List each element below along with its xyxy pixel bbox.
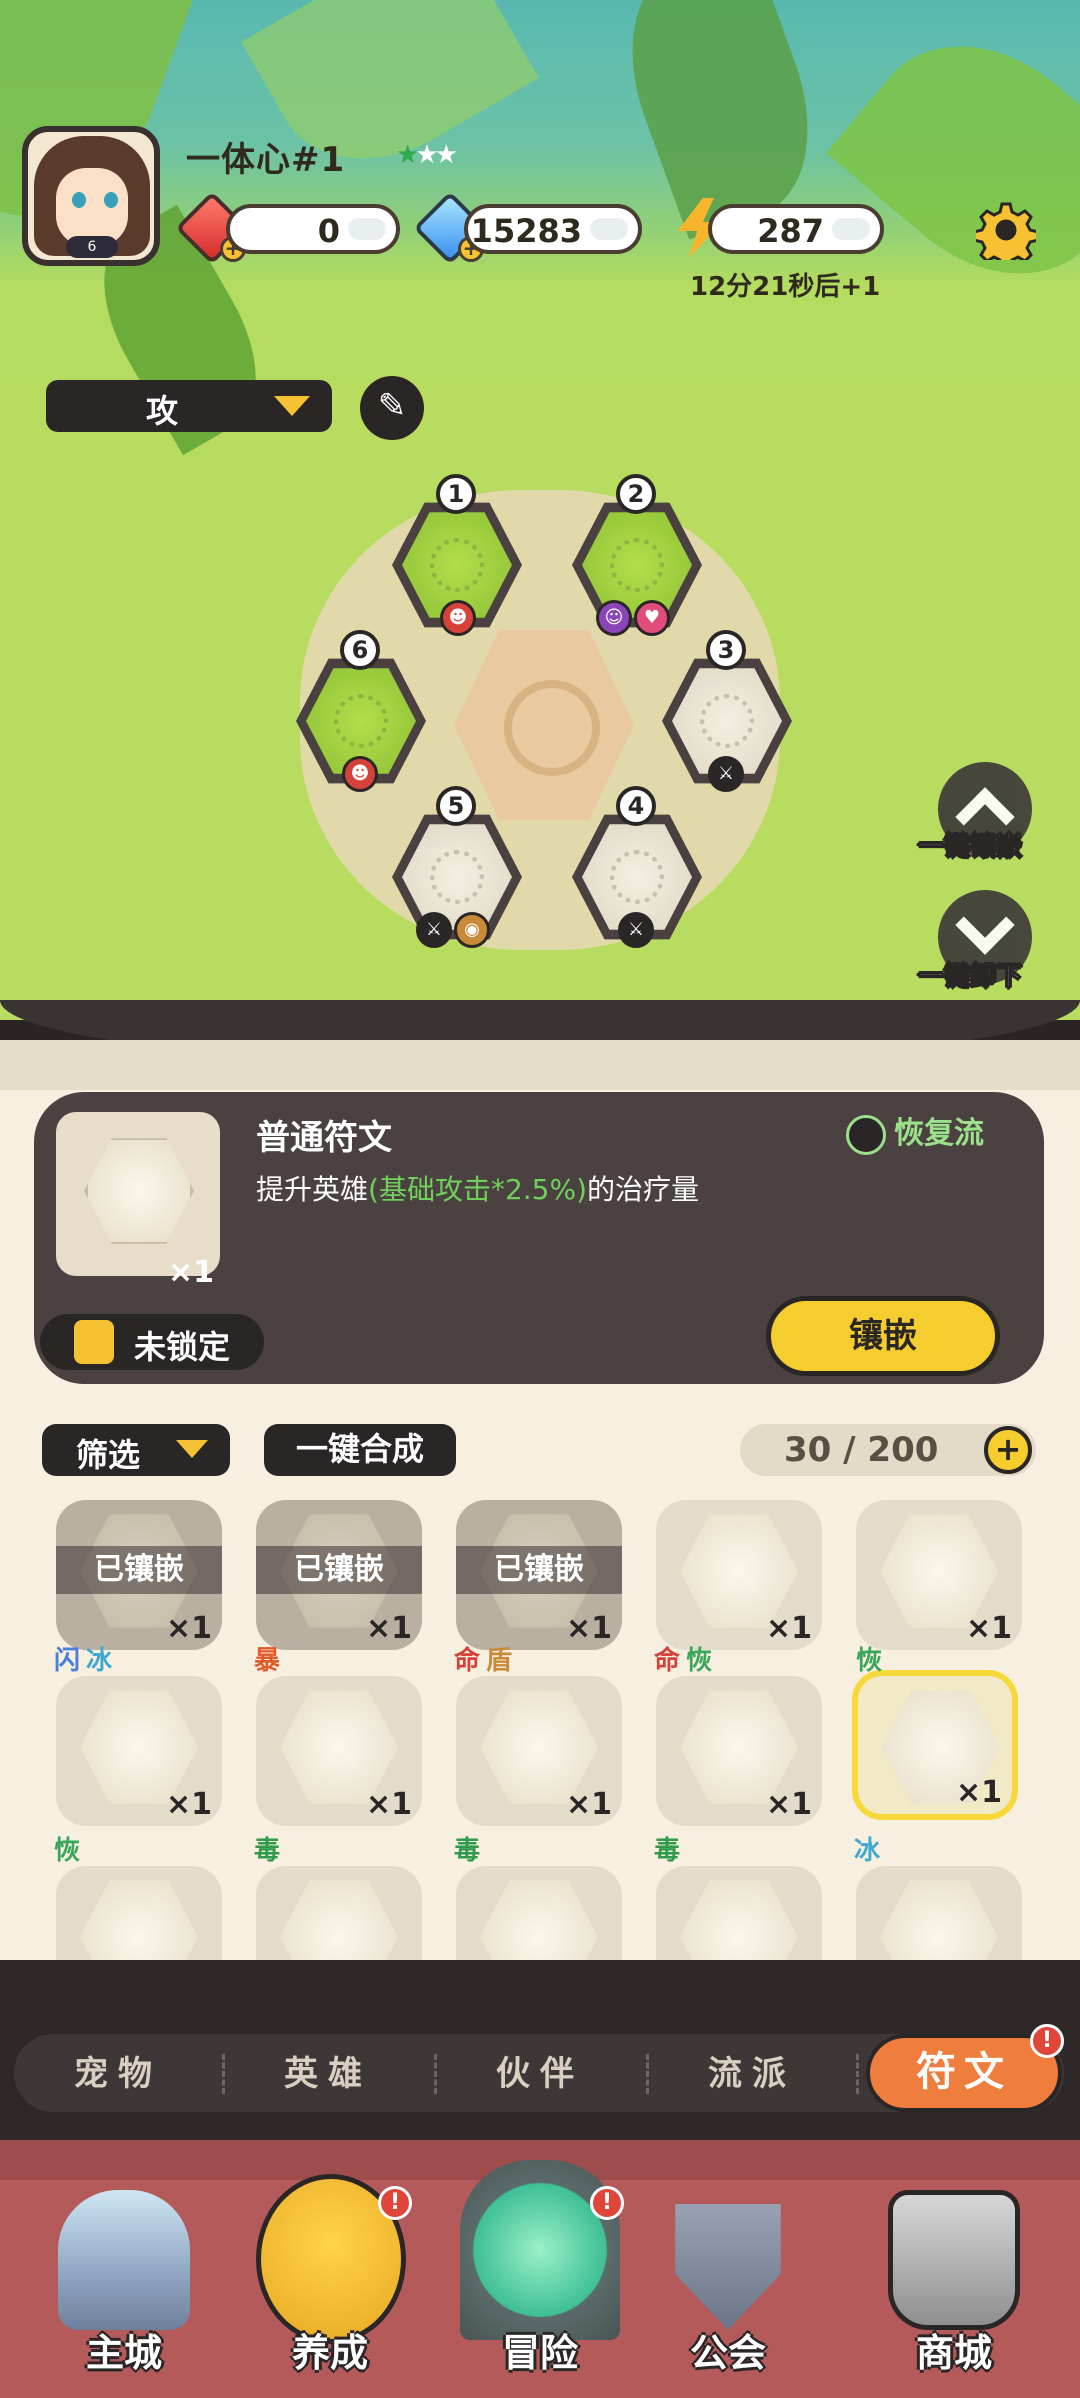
sword-tag-icon: ⚔ <box>708 756 744 792</box>
sword-tag-icon: ⚔ <box>618 912 654 948</box>
chevron-down-icon <box>274 396 310 416</box>
inlay-all-label: 一键镶嵌 <box>917 832 1023 863</box>
nav-guild[interactable]: 公会 <box>638 2190 818 2390</box>
lock-toggle[interactable]: 未锁定 <box>40 1314 264 1370</box>
panel-bottom-edge <box>0 1960 1080 2000</box>
adventure-alert-badge: ! <box>590 2186 624 2220</box>
rune-title: 普通符文 <box>256 1118 392 1158</box>
rune-grid: 已镶嵌 ×1 已镶嵌 ×1 已镶嵌 ×1 ×1 ×1 ×1 闪冰 ×1 暴 ×1 命盾… <box>0 1500 1080 1960</box>
tab-heroes[interactable]: 英雄 <box>284 2046 372 2102</box>
rune-slot-3[interactable]: 3 ⚔ <box>662 630 792 792</box>
rune-cell[interactable]: 毒 <box>454 1836 622 1960</box>
player-stars: ★★★ <box>396 140 458 170</box>
rune-cell[interactable]: ×1 暴 <box>254 1646 422 1826</box>
rune-cell[interactable]: 已镶嵌 ×1 <box>56 1500 222 1650</box>
rune-cell[interactable]: 毒 <box>254 1836 422 1960</box>
rune-slot-2[interactable]: 2 ☺ ♥ <box>572 474 702 636</box>
rune-slot-6[interactable]: 6 ☻ <box>296 630 426 792</box>
rune-cell[interactable]: ×1 闪冰 <box>54 1646 222 1826</box>
chevron-down-icon <box>955 895 1015 955</box>
recovery-school-icon <box>846 1114 886 1155</box>
pencil-edit-icon[interactable]: ✎ <box>360 376 424 440</box>
rune-flower-icon <box>700 694 754 748</box>
shield-tag-icon: ◉ <box>454 912 490 948</box>
settings-gear-icon[interactable] <box>976 200 1036 260</box>
tab-partners[interactable]: 伙伴 <box>496 2046 584 2102</box>
fury-tag-icon: ☻ <box>440 600 476 636</box>
rune-cell[interactable]: ×1 <box>856 1500 1022 1650</box>
tab-schools[interactable]: 流派 <box>708 2046 796 2102</box>
castle-icon <box>58 2190 190 2330</box>
filter-dropdown[interactable]: 筛选 <box>42 1424 230 1476</box>
rune-cell-selected[interactable]: ×1 恢 <box>852 1646 1018 1820</box>
rune-flower-icon <box>430 850 484 904</box>
merge-all-button[interactable]: 一键合成 <box>264 1424 456 1476</box>
nav-main-city[interactable]: 主城 <box>34 2190 214 2390</box>
rune-cell[interactable]: 冰 <box>854 1836 1022 1960</box>
inventory-capacity: 30 / 200 + <box>740 1424 1036 1476</box>
rune-slot-1[interactable]: 1 ☻ <box>392 474 522 636</box>
rune-flower-icon <box>334 694 388 748</box>
inlay-button[interactable]: 镶嵌 <box>766 1296 1000 1376</box>
red-gem-counter: 0 <box>226 204 400 254</box>
rune-school: 恢复流 <box>846 1108 984 1155</box>
mode-dropdown[interactable]: 攻 <box>46 380 332 432</box>
energy-timer: 12分21秒后+1 <box>690 272 881 302</box>
shopping-basket-icon <box>888 2190 1020 2330</box>
rune-cell[interactable]: ×1 <box>656 1500 822 1650</box>
rune-slot-5[interactable]: 5 ⚔ ◉ <box>392 786 522 948</box>
rune-cell[interactable]: 毒 <box>654 1836 822 1960</box>
rune-slot-4[interactable]: 4 ⚔ <box>572 786 702 948</box>
player-avatar[interactable]: 6 <box>22 126 160 266</box>
selected-rune-icon: ×1 <box>56 1112 220 1290</box>
rune-flower-icon <box>610 850 664 904</box>
sword-tag-icon: ⚔ <box>416 912 452 948</box>
heart-tag-icon: ♥ <box>634 600 670 636</box>
chevron-down-icon <box>176 1440 208 1458</box>
expand-capacity-button[interactable]: + <box>984 1426 1032 1474</box>
rune-flower-icon <box>610 538 664 592</box>
remove-all-label: 一键卸下 <box>917 962 1023 993</box>
portal-gate-icon <box>460 2160 620 2340</box>
rune-cell[interactable]: ×1 命恢 <box>654 1646 822 1826</box>
fury-tag-icon: ☻ <box>342 756 378 792</box>
rune-cell[interactable]: 已镶嵌 ×1 <box>256 1500 422 1650</box>
blue-gem-counter: 15283 <box>464 204 642 254</box>
develop-alert-badge: ! <box>378 2186 412 2220</box>
poison-tag-icon: ☺ <box>596 600 632 636</box>
rune-flower-icon <box>430 538 484 592</box>
rune-cell[interactable]: 已镶嵌 ×1 <box>456 1500 622 1650</box>
avatar-level: 6 <box>66 236 118 258</box>
rune-cell[interactable]: 恢 <box>54 1836 222 1960</box>
guild-shield-icon <box>675 2204 781 2330</box>
rune-description: 提升英雄(基础攻击*2.5%)的治疗量 <box>256 1173 700 1206</box>
player-name: 一体心#1 <box>186 140 346 180</box>
padlock-icon <box>74 1320 114 1364</box>
rune-cell[interactable]: ×1 命盾 <box>454 1646 622 1826</box>
nav-shop[interactable]: 商城 <box>864 2190 1044 2390</box>
energy-counter: 287 <box>708 204 884 254</box>
tab-pets[interactable]: 宠物 <box>74 2046 162 2102</box>
runes-alert-badge: ! <box>1030 2024 1064 2058</box>
